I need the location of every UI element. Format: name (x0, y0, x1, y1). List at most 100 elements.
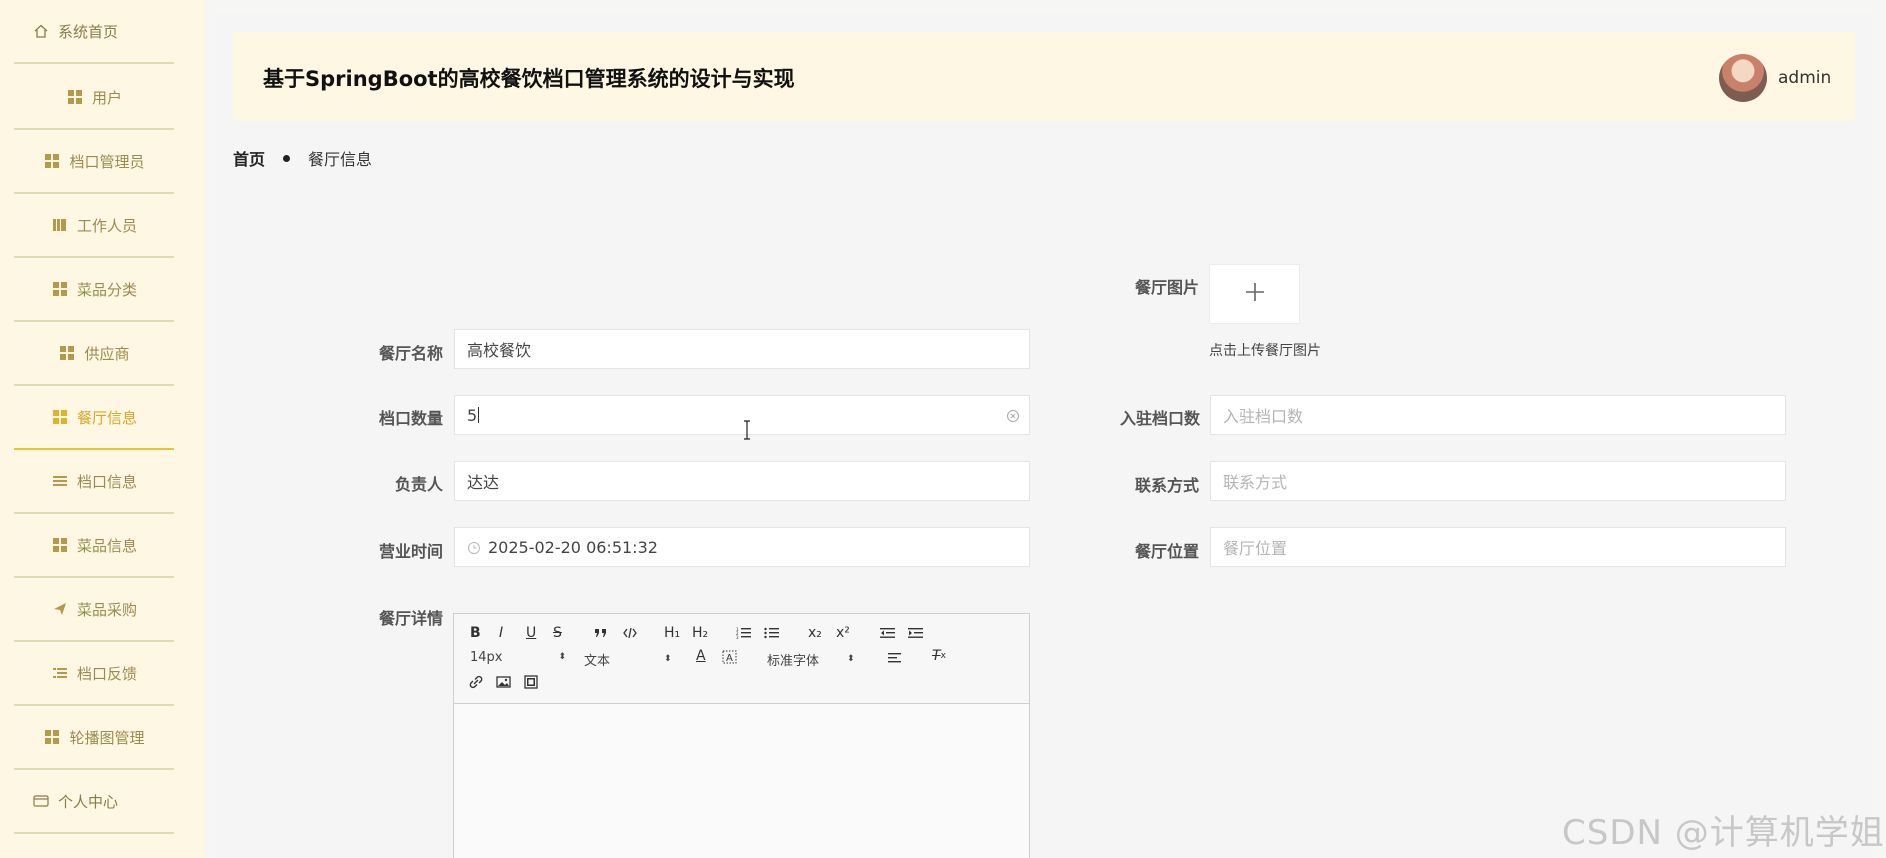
sidebar-item-label: 工作人员 (76, 216, 137, 235)
stall-count-value: 5 (467, 405, 478, 425)
block-format-select[interactable]: 文本 ⬍ (584, 650, 672, 669)
hours-value: 2025-02-20 06:51:32 (488, 537, 658, 557)
bold-button[interactable]: B (470, 625, 481, 641)
location-input[interactable]: 餐厅位置 (1210, 527, 1786, 567)
top-header: 基于SpringBoot的高校餐饮档口管理系统的设计与实现 admin (233, 32, 1855, 121)
rich-text-editor[interactable]: B I U S H₁ H₂ 123 x₂ x² 14px ⬍ 文本 ⬍ A A … (453, 613, 1030, 858)
breadcrumb-separator (283, 154, 291, 162)
sidebar-item-carousel[interactable]: 轮播图管理 (14, 706, 174, 770)
page-title: 基于SpringBoot的高校餐饮档口管理系统的设计与实现 (263, 67, 795, 91)
sidebar-item-suppliers[interactable]: 供应商 (14, 322, 174, 386)
home-icon (32, 22, 50, 40)
background-color-icon[interactable]: A (722, 650, 737, 664)
sidebar-item-stall-info[interactable]: 档口信息 (14, 450, 174, 514)
sidebar-item-label: 供应商 (84, 344, 130, 363)
clear-icon[interactable] (1006, 408, 1020, 422)
code-block-icon[interactable] (623, 627, 637, 639)
text-caret (478, 407, 480, 423)
italic-button[interactable]: I (499, 625, 503, 641)
username[interactable]: admin (1778, 68, 1831, 88)
image-icon[interactable] (496, 675, 511, 689)
grid-icon (51, 536, 69, 554)
sidebar: 系统首页 用户 档口管理员 工作人员 菜品分类 供应商 餐厅信息 档口信息 菜品… (0, 0, 205, 858)
select-arrows-icon: ⬍ (558, 652, 567, 662)
grid-icon (66, 88, 84, 106)
settled-count-label: 入驻档口数 (1120, 409, 1201, 428)
blockquote-icon[interactable] (594, 627, 608, 639)
avatar[interactable] (1719, 54, 1767, 102)
sidebar-item-label: 餐厅信息 (76, 408, 137, 427)
location-label: 餐厅位置 (1135, 542, 1200, 561)
font-family-value: 标准字体 (767, 654, 820, 669)
clock-icon (467, 540, 481, 554)
grid-icon (51, 280, 69, 298)
sidebar-item-profile[interactable]: 个人中心 (14, 770, 174, 834)
clean-format-button[interactable]: Tx (932, 648, 946, 664)
contact-input[interactable]: 联系方式 (1210, 461, 1786, 501)
list-icon (51, 664, 69, 682)
send-icon (51, 600, 69, 618)
select-arrows-icon: ⬍ (664, 654, 672, 664)
editor-content[interactable] (454, 704, 1029, 858)
settled-count-input[interactable]: 入驻档口数 (1210, 395, 1786, 435)
block-format-value: 文本 (584, 654, 611, 669)
sidebar-item-label: 用户 (91, 88, 122, 107)
bullet-list-icon[interactable] (764, 627, 779, 639)
mouse-cursor-icon (742, 420, 752, 440)
name-label: 餐厅名称 (379, 344, 444, 363)
stall-count-label: 档口数量 (379, 409, 444, 428)
svg-text:A: A (726, 653, 733, 664)
sidebar-item-stall-feedback[interactable]: 档口反馈 (14, 642, 174, 706)
grid-icon (43, 728, 61, 746)
sidebar-item-label: 菜品分类 (76, 280, 137, 299)
sidebar-item-restaurant-info[interactable]: 餐厅信息 (14, 386, 174, 450)
breadcrumb-current: 餐厅信息 (308, 150, 373, 169)
sidebar-item-label: 轮播图管理 (69, 728, 145, 747)
link-icon[interactable] (468, 675, 484, 689)
sidebar-item-home[interactable]: 系统首页 (14, 0, 174, 64)
outdent-icon[interactable] (880, 627, 895, 639)
align-icon[interactable] (888, 652, 903, 664)
strike-button[interactable]: S (553, 625, 562, 641)
sidebar-item-label: 菜品采购 (76, 600, 137, 619)
grid-icon (51, 408, 69, 426)
list-icon (51, 472, 69, 490)
grid-icon (58, 344, 76, 362)
hours-datetime-input[interactable]: 2025-02-20 06:51:32 (454, 527, 1030, 567)
video-icon[interactable] (524, 675, 538, 689)
manager-label: 负责人 (395, 475, 444, 494)
grid-icon (43, 152, 61, 170)
sidebar-item-label: 菜品信息 (76, 536, 137, 555)
svg-text:3: 3 (736, 635, 739, 639)
breadcrumb-home[interactable]: 首页 (233, 146, 265, 170)
sidebar-item-dish-info[interactable]: 菜品信息 (14, 514, 174, 578)
font-color-button[interactable]: A (696, 648, 706, 664)
sidebar-item-label: 档口信息 (76, 472, 137, 491)
card-icon (32, 792, 50, 810)
breadcrumb: 首页 餐厅信息 (233, 146, 372, 170)
detail-label: 餐厅详情 (379, 609, 444, 628)
manager-input[interactable]: 达达 (454, 461, 1030, 501)
ordered-list-icon[interactable]: 123 (736, 627, 751, 639)
sidebar-item-dish-purchase[interactable]: 菜品采购 (14, 578, 174, 642)
sidebar-item-stall-admins[interactable]: 档口管理员 (14, 130, 174, 194)
hours-label: 营业时间 (379, 542, 444, 561)
h2-button[interactable]: H₂ (692, 625, 708, 641)
superscript-button[interactable]: x² (836, 625, 850, 641)
sidebar-item-staff[interactable]: 工作人员 (14, 194, 174, 258)
clean-format-label: T (932, 648, 941, 664)
subscript-button[interactable]: x₂ (808, 625, 822, 641)
indent-icon[interactable] (908, 627, 923, 639)
h1-button[interactable]: H₁ (664, 625, 680, 641)
font-size-value: 14px (470, 650, 503, 665)
font-family-select[interactable]: 标准字体 ⬍ (767, 650, 855, 669)
editor-toolbar: B I U S H₁ H₂ 123 x₂ x² 14px ⬍ 文本 ⬍ A A … (454, 614, 1029, 704)
upload-picture-button[interactable] (1209, 264, 1300, 324)
name-input[interactable]: 高校餐饮 (454, 329, 1030, 369)
sidebar-item-dish-categories[interactable]: 菜品分类 (14, 258, 174, 322)
plus-icon (1244, 281, 1266, 307)
sidebar-item-users[interactable]: 用户 (14, 66, 174, 130)
underline-button[interactable]: U (526, 625, 536, 641)
font-size-select[interactable]: 14px ⬍ (470, 650, 566, 665)
book-icon (51, 216, 69, 234)
